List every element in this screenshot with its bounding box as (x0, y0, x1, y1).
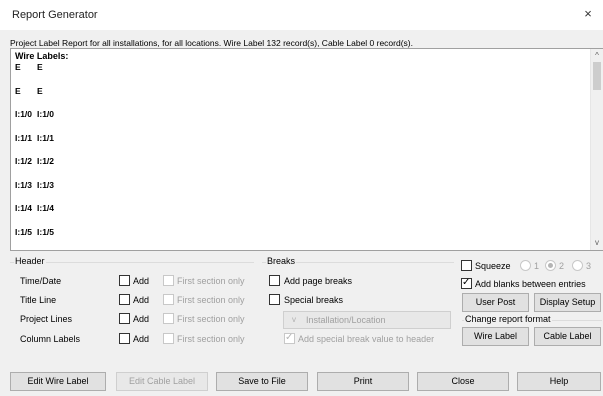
add-blanks-checkbox[interactable] (461, 277, 472, 289)
title-bar: Report Generator × (0, 0, 603, 30)
close-button[interactable]: Close (417, 372, 509, 391)
report-cell: I:1/0 (37, 109, 55, 119)
report-row: I:1/2 I:1/2 (15, 156, 54, 166)
report-cell: I:1/3 (15, 180, 33, 190)
title-line-first-label: First section only (177, 295, 245, 305)
help-button[interactable]: Help (517, 372, 601, 391)
squeeze-radio-3-label: 3 (586, 261, 592, 271)
edit-cable-label-button[interactable]: Edit Cable Label (116, 372, 208, 391)
report-cell: I:1/2 (15, 156, 33, 166)
page-breaks-checkbox[interactable] (269, 275, 280, 286)
page-breaks-label: Add page breaks (284, 276, 353, 286)
project-lines-add-label: Add (133, 314, 150, 324)
print-button[interactable]: Print (317, 372, 409, 391)
report-cell: I:1/3 (37, 180, 55, 190)
column-labels-first-label: First section only (177, 334, 245, 344)
header-group-title: Header (14, 256, 46, 266)
report-cell: I:1/2 (37, 156, 55, 166)
scroll-down-icon[interactable]: v (591, 237, 603, 249)
special-break-select[interactable]: v Installation/Location (283, 311, 451, 329)
report-cell: I:1/0 (15, 109, 33, 119)
squeeze-label: Squeeze (475, 261, 511, 271)
report-row: I:1/1 I:1/1 (15, 133, 54, 143)
title-line-label: Title Line (20, 295, 57, 305)
edit-wire-label-button[interactable]: Edit Wire Label (10, 372, 106, 391)
project-lines-add-checkbox[interactable] (119, 313, 130, 324)
scroll-up-icon[interactable]: ^ (591, 50, 603, 62)
wire-label-button[interactable]: Wire Label (462, 327, 529, 346)
time-date-first-label: First section only (177, 276, 245, 286)
display-setup-button[interactable]: Display Setup (534, 293, 601, 312)
save-to-file-button[interactable]: Save to File (216, 372, 308, 391)
scroll-thumb[interactable] (593, 62, 601, 90)
time-date-label: Time/Date (20, 276, 62, 286)
report-cell: I:1/4 (37, 203, 55, 213)
time-date-first-checkbox[interactable] (163, 275, 174, 286)
close-icon[interactable]: × (581, 7, 595, 21)
breaks-group-title: Breaks (266, 256, 297, 266)
report-row: I:1/3 I:1/3 (15, 180, 54, 190)
report-row: I:1/4 I:1/4 (15, 203, 54, 213)
window-title: Report Generator (12, 9, 98, 21)
squeeze-radio-2-label: 2 (559, 261, 565, 271)
title-line-add-label: Add (133, 295, 150, 305)
report-cell: E (37, 86, 43, 96)
report-row: I:1/5 I:1/5 (15, 227, 54, 237)
column-labels-label: Column Labels (20, 334, 81, 344)
report-row: I:1/0 I:1/0 (15, 109, 54, 119)
title-line-first-checkbox[interactable] (163, 294, 174, 305)
special-break-select-value: Installation/Location (306, 315, 386, 325)
column-labels-first-checkbox[interactable] (163, 333, 174, 344)
report-cell: I:1/5 (37, 227, 55, 237)
squeeze-radio-1[interactable] (520, 260, 531, 271)
header-group-border (10, 262, 254, 263)
report-row: EE (15, 86, 43, 96)
user-post-button[interactable]: User Post (462, 293, 529, 312)
squeeze-checkbox[interactable] (461, 260, 472, 271)
time-date-add-label: Add (133, 276, 150, 286)
title-line-add-checkbox[interactable] (119, 294, 130, 305)
project-lines-first-label: First section only (177, 314, 245, 324)
special-break-header-checkbox[interactable] (284, 332, 295, 344)
report-cell: E (15, 62, 21, 72)
column-labels-add-label: Add (133, 334, 150, 344)
report-cell: I:1/1 (15, 133, 33, 143)
squeeze-radio-3[interactable] (572, 260, 583, 271)
report-preview[interactable]: Wire Labels: E E E E I:1/0 I:1/0 I:1/1 I:1/1 I:1… (10, 48, 603, 251)
cable-label-button[interactable]: Cable Label (534, 327, 601, 346)
special-break-header-label: Add special break value to header (298, 334, 435, 344)
column-labels-add-checkbox[interactable] (119, 333, 130, 344)
report-cell: I:1/5 (15, 227, 33, 237)
special-breaks-label: Special breaks (284, 295, 344, 305)
report-cell: E (37, 62, 43, 72)
chevron-down-icon: v (292, 315, 296, 324)
report-cell: I:1/1 (37, 133, 55, 143)
project-lines-label: Project Lines (20, 314, 73, 324)
report-summary: Project Label Report for all installatio… (10, 38, 413, 48)
report-heading: Wire Labels: (15, 51, 69, 61)
report-cell: I:1/4 (15, 203, 33, 213)
project-lines-first-checkbox[interactable] (163, 313, 174, 324)
squeeze-radio-1-label: 1 (534, 261, 540, 271)
report-scrollbar[interactable]: ^ v (590, 49, 603, 250)
report-cell: E (15, 86, 21, 96)
report-row: EE (15, 62, 43, 72)
add-blanks-label: Add blanks between entries (475, 279, 586, 289)
special-breaks-checkbox[interactable] (269, 294, 280, 305)
time-date-add-checkbox[interactable] (119, 275, 130, 286)
squeeze-radio-2[interactable] (545, 260, 556, 271)
report-generator-window: Report Generator × Project Label Report … (0, 0, 603, 396)
change-format-title: Change report format (464, 314, 552, 324)
